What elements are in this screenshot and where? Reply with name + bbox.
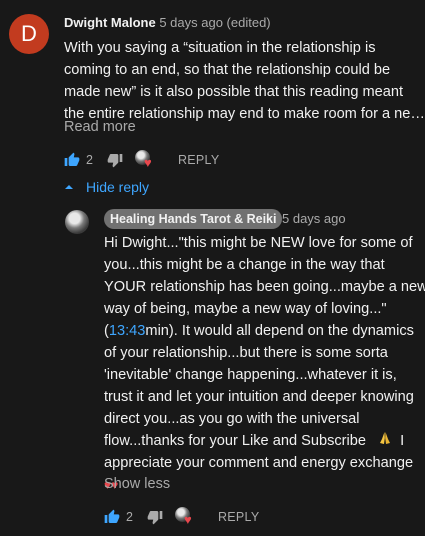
thumbs-down-icon [107,154,123,168]
reply-button[interactable]: REPLY [178,153,220,167]
reply-line-text: flow...thanks for your Like and Subscrib… [104,433,367,449]
reply-author-name: Healing Hands Tarot & Reiki [110,212,277,226]
reply-timestamp[interactable]: 5 days ago [282,211,346,226]
thumbs-down-icon [147,511,163,525]
reply-line: direct you...as you go with the universa… [104,411,360,427]
reply-line: YOUR relationship has been going...maybe… [104,279,425,295]
creator-heart: ♥ [174,507,197,527]
like-button[interactable]: 2 [64,152,93,168]
reply-line: (13:43min). It would all depend on the d… [104,320,422,342]
avatar[interactable]: D [9,14,49,54]
reply-line: flow...thanks for your Like and Subscrib… [104,430,422,452]
dislike-button[interactable] [107,152,123,168]
like-count: 2 [126,510,133,524]
comment-header: Dwight Malone 5 days ago (edited) [64,15,271,30]
reply-button[interactable]: REPLY [218,510,260,524]
reply-line: Hi Dwight..."this might be NEW love for … [104,235,413,251]
reply-avatar[interactable] [65,210,89,234]
reply-line: 'inevitable' change happening...whatever… [104,367,397,383]
comment-actions: 2 ♥ REPLY [64,150,220,170]
reply-line: of your relationship...but there is some… [104,345,388,361]
dislike-button[interactable] [147,509,163,525]
timestamp-link[interactable]: 13:43 [109,323,146,339]
reply-line: trust it and let your intuition and deep… [104,389,414,405]
reply-line-end: I [400,433,405,449]
show-less-button[interactable]: Show less [104,476,170,492]
reply-line-rest: min). It would all depend on the dynamic… [145,323,414,339]
heart-icon: ♥ [183,512,192,527]
reply-text: Hi Dwight..."this might be NEW love for … [104,232,425,496]
heart-icon: ♥ [143,155,152,170]
comment-timestamp[interactable]: 5 days ago (edited) [159,15,270,30]
like-button[interactable]: 2 [104,509,133,525]
comment-line: made new” is it also possible that this … [64,84,404,100]
channel-owner-badge[interactable]: Healing Hands Tarot & Reiki [104,209,283,229]
praying-hands-icon [378,430,392,452]
reply-line: appreciate your comment and energy excha… [104,455,414,471]
reply-actions: 2 ♥ REPLY [104,507,260,527]
reply-line: you...this might be a change in the way … [104,257,385,273]
thumbs-up-icon [104,509,120,523]
hide-reply-label: Hide reply [86,179,150,195]
caret-up-icon [65,185,73,189]
creator-heart: ♥ [134,150,157,170]
reply-line: way of being, maybe a new way of loving.… [104,301,387,317]
like-count: 2 [86,153,93,167]
read-more-button[interactable]: Read more [64,119,136,135]
comment-line: coming to an end, so that the relationsh… [64,62,391,78]
comment-line: With you saying a “situation in the rela… [64,40,376,56]
comment-text: With you saying a “situation in the rela… [64,37,425,125]
author-name[interactable]: Dwight Malone [64,15,156,30]
thumbs-up-icon [64,152,80,166]
hide-reply-toggle[interactable]: Hide reply [64,179,149,195]
